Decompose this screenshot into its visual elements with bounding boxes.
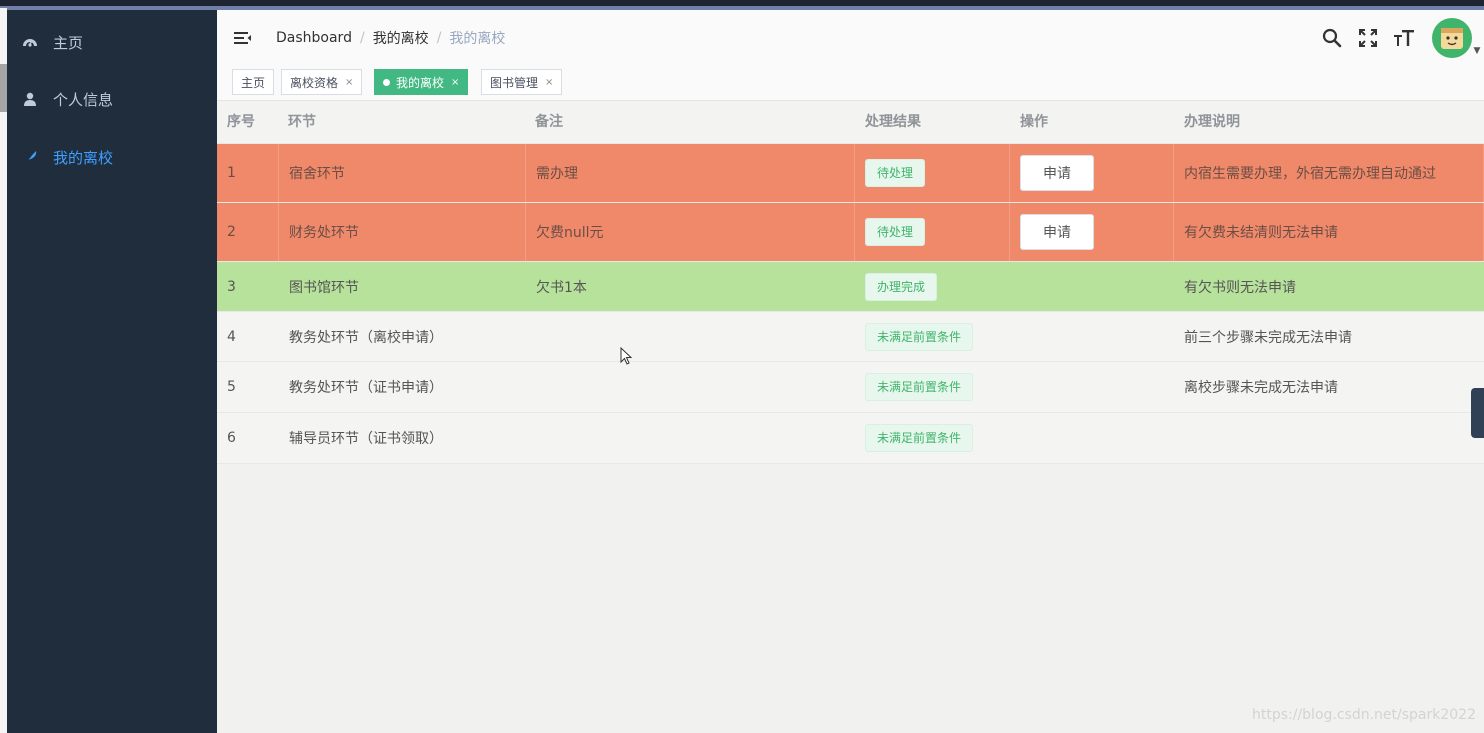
table-row: 4 教务处环节（离校申请） 未满足前置条件 前三个步骤未完成无法申请: [217, 312, 1484, 362]
table-row: 2 财务处环节 欠费null元 待处理 申请 有欠费未结清则无法申请: [217, 203, 1484, 262]
table-row: 5 教务处环节（证书申请） 未满足前置条件 离校步骤未完成无法申请: [217, 362, 1484, 413]
status-badge: 未满足前置条件: [865, 424, 974, 452]
cell-result: 未满足前置条件: [855, 362, 1010, 412]
tag-label: 离校资格: [290, 75, 339, 90]
tags-view: 主页 离校资格 × 我的离校 × 图书管理 ×: [217, 66, 1484, 101]
status-badge: 未满足前置条件: [865, 373, 974, 401]
column-header-description: 办理说明: [1184, 114, 1240, 130]
main-content: Dashboard / 我的离校 / 我的离校 ▼ 主页 离校资格 × 我的离校…: [217, 10, 1484, 733]
tag-label: 图书管理: [490, 75, 539, 90]
tag-leave-qualification[interactable]: 离校资格 ×: [281, 69, 363, 95]
cell-no: 2: [217, 203, 279, 261]
sidebar: 主页 个人信息 我的离校: [7, 10, 217, 733]
status-badge: 待处理: [865, 159, 926, 187]
table-row: 1 宿舍环节 需办理 待处理 申请 内宿生需要办理，外宿无需办理自动通过: [217, 144, 1484, 203]
apply-button[interactable]: 申请: [1020, 155, 1094, 191]
cell-result: 未满足前置条件: [855, 413, 1010, 463]
sidebar-item-home[interactable]: 主页: [7, 14, 217, 70]
breadcrumb-separator: /: [359, 30, 365, 46]
apply-button[interactable]: 申请: [1020, 214, 1094, 250]
hamburger-icon[interactable]: [233, 28, 253, 48]
leave-steps-table: 序号 环节 备注 处理结果 操作 办理说明 1 宿舍环节 需办理 待处理 申请 …: [217, 101, 1484, 464]
column-header-step: 环节: [288, 114, 316, 130]
cell-description: 离校步骤未完成无法申请: [1184, 380, 1338, 396]
table-row: 3 图书馆环节 欠书1本 办理完成 有欠书则无法申请: [217, 262, 1484, 312]
status-badge: 办理完成: [865, 272, 938, 301]
sidebar-item-my-leave[interactable]: 我的离校: [7, 129, 217, 185]
cell-step: 图书馆环节: [289, 279, 359, 296]
chevron-down-icon[interactable]: ▼: [1472, 10, 1482, 66]
tag-label: 主页: [241, 75, 266, 90]
cell-description: 有欠书则无法申请: [1184, 279, 1296, 296]
status-badge: 未满足前置条件: [865, 322, 974, 351]
watermark: https://blog.csdn.net/spark2022: [1251, 707, 1476, 723]
cell-step: 教务处环节（离校申请）: [289, 329, 443, 346]
window-left-edge: [0, 8, 7, 733]
dashboard-icon: [21, 33, 39, 51]
cell-step: 财务处环节: [279, 203, 526, 261]
search-icon[interactable]: [1320, 26, 1344, 50]
cell-description: 前三个步骤未完成无法申请: [1184, 329, 1352, 346]
feather-icon: [21, 148, 39, 166]
cell-step: 教务处环节（证书申请）: [289, 380, 443, 396]
cell-no: 6: [227, 430, 236, 446]
cell-step: 辅导员环节（证书领取）: [289, 431, 443, 447]
tag-my-leave[interactable]: 我的离校 ×: [374, 69, 469, 95]
cell-result: 办理完成: [855, 262, 1010, 311]
tag-home[interactable]: 主页: [232, 69, 275, 95]
sidebar-item-label: 我的离校: [53, 148, 114, 167]
active-dot-icon: [383, 78, 390, 86]
cell-description: 内宿生需要办理，外宿无需办理自动通过: [1174, 144, 1484, 202]
breadcrumb-separator: /: [436, 30, 442, 46]
breadcrumb-item-dashboard[interactable]: Dashboard: [276, 30, 352, 46]
cell-result: 待处理: [855, 144, 1010, 202]
column-header-no: 序号: [227, 114, 255, 130]
table-header: 序号 环节 备注 处理结果 操作 办理说明: [217, 101, 1484, 144]
breadcrumb-item[interactable]: 我的离校: [373, 28, 429, 48]
cell-no: 3: [227, 278, 236, 295]
column-header-note: 备注: [535, 114, 563, 130]
column-header-result: 处理结果: [865, 114, 921, 130]
cell-action: 申请: [1010, 203, 1174, 261]
cell-note: 欠书1本: [536, 279, 587, 296]
cell-description: 有欠费未结清则无法申请: [1174, 203, 1484, 261]
cell-no: 5: [227, 379, 236, 395]
close-icon[interactable]: ×: [545, 77, 553, 88]
right-panel-handle[interactable]: [1471, 388, 1484, 438]
cell-no: 4: [227, 328, 236, 345]
navbar: Dashboard / 我的离校 / 我的离校 ▼: [217, 10, 1484, 66]
close-icon[interactable]: ×: [345, 77, 353, 88]
sidebar-item-label: 个人信息: [53, 90, 114, 109]
cell-step: 宿舍环节: [279, 144, 526, 202]
column-header-action: 操作: [1020, 114, 1048, 130]
user-icon: [21, 90, 39, 108]
close-icon[interactable]: ×: [451, 77, 459, 88]
tag-label: 我的离校: [396, 75, 445, 90]
fullscreen-icon[interactable]: [1356, 26, 1380, 50]
navbar-right-menu: ▼: [1320, 10, 1484, 66]
mouse-cursor-icon: [620, 346, 633, 365]
edge-mark: [0, 64, 7, 112]
sidebar-item-label: 主页: [53, 33, 84, 52]
sidebar-item-profile[interactable]: 个人信息: [7, 71, 217, 127]
cell-action: 申请: [1010, 144, 1174, 202]
table-row: 6 辅导员环节（证书领取） 未满足前置条件: [217, 413, 1484, 464]
tag-book-management[interactable]: 图书管理 ×: [481, 69, 563, 95]
cell-no: 1: [217, 144, 279, 202]
font-size-icon[interactable]: [1392, 26, 1416, 50]
cell-result: 未满足前置条件: [855, 312, 1010, 361]
avatar[interactable]: [1432, 18, 1472, 58]
cell-note: 欠费null元: [526, 203, 855, 261]
breadcrumb: Dashboard / 我的离校 / 我的离校: [276, 28, 505, 48]
status-badge: 待处理: [865, 218, 926, 246]
breadcrumb-current: 我的离校: [449, 31, 506, 47]
cell-result: 待处理: [855, 203, 1010, 261]
cell-note: 需办理: [526, 144, 855, 202]
